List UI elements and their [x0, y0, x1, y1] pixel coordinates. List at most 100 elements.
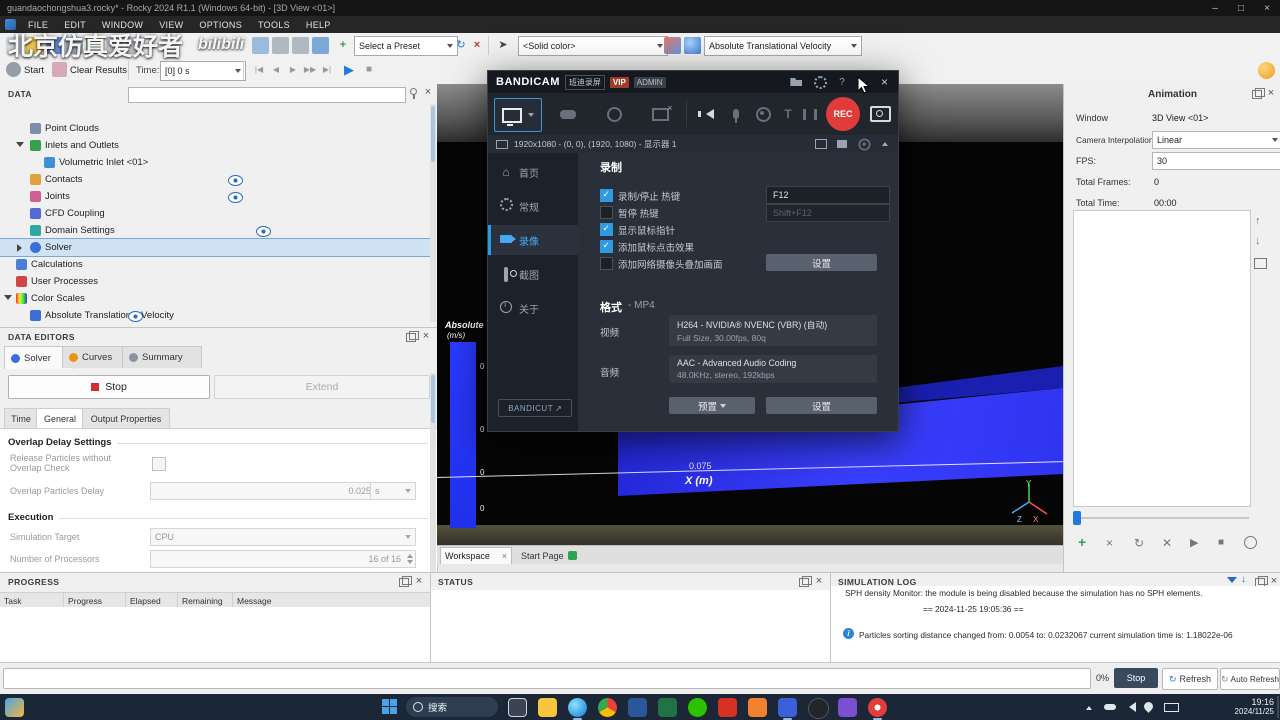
capture-area-row[interactable]: 1920x1080 - (0, 0), (1920, 1080) - 显示器 1	[488, 135, 898, 154]
camera-view-icon[interactable]	[252, 37, 269, 54]
visibility-eye-icon[interactable]	[128, 311, 143, 322]
remove-keyframe-icon[interactable]: ×	[1106, 536, 1113, 550]
chrome-browser-icon[interactable]	[598, 698, 617, 717]
step-forward-button[interactable]: ▶▶	[301, 61, 319, 79]
screen-recording-mode-button[interactable]	[494, 98, 542, 132]
solid-color-select[interactable]: <Solid color>	[518, 36, 668, 56]
speaker-icon[interactable]	[1124, 702, 1136, 712]
audio-format-box[interactable]: AAC - Advanced Audio Coding 48.0KHz, ste…	[669, 355, 877, 383]
close-panel-icon[interactable]	[814, 576, 824, 586]
pause-toggle-button[interactable]	[800, 98, 820, 130]
webcam-settings-button[interactable]: 设置	[766, 254, 877, 271]
statusbar-stop-button[interactable]: Stop	[1114, 668, 1158, 688]
bandicam-taskbar-icon[interactable]	[868, 698, 887, 720]
nav-about[interactable]: 关于	[488, 293, 578, 323]
excel-icon[interactable]	[658, 698, 677, 717]
add-preset-icon[interactable]: +	[334, 36, 352, 54]
broadcast-icon[interactable]	[858, 138, 871, 150]
close-tab-icon[interactable]: ×	[502, 551, 507, 561]
menu-options[interactable]: Options	[191, 20, 250, 30]
visibility-eye-icon[interactable]	[256, 226, 271, 237]
webcam-overlay-checkbox[interactable]	[600, 257, 613, 270]
overlap-delay-unit-select[interactable]: s	[370, 482, 416, 500]
skip-end-button[interactable]: ▶|	[318, 61, 336, 79]
bandicam-titlebar[interactable]: BANDICAM 班迪录屏 VIP ADMIN ? – ×	[488, 71, 898, 93]
time-select[interactable]: [0] 0 s	[160, 61, 246, 81]
film-frame-icon[interactable]	[1254, 258, 1267, 269]
measure-icon[interactable]	[312, 37, 329, 54]
grid-icon[interactable]	[292, 37, 309, 54]
camera-interpolation-select[interactable]: Linear	[1152, 131, 1280, 149]
float-panel-icon[interactable]	[406, 331, 419, 342]
select-display-icon[interactable]	[815, 139, 827, 149]
keyframe-list[interactable]	[1073, 210, 1251, 507]
statusbar-refresh-button[interactable]: ↻ Refresh	[1162, 668, 1218, 690]
tray-expand-chevron-icon[interactable]	[1086, 702, 1092, 712]
float-panel-icon[interactable]	[1252, 88, 1265, 99]
col-remaining[interactable]: Remaining	[178, 593, 233, 608]
close-panel-icon[interactable]	[1269, 576, 1279, 586]
pause-hotkey-checkbox[interactable]	[600, 206, 613, 219]
particle-coloring-icon[interactable]	[684, 37, 701, 54]
help-question-icon[interactable]: ?	[839, 77, 845, 88]
play-frames-button[interactable]: ▶	[284, 61, 302, 79]
onedrive-cloud-icon[interactable]	[1104, 704, 1116, 710]
tab-workspace[interactable]: Workspace ×	[440, 547, 512, 564]
simulation-log-body[interactable]: SPH density Monitor: the module is being…	[831, 586, 1280, 663]
tab-summary[interactable]: Summary	[122, 346, 202, 368]
subtab-general[interactable]: General	[36, 408, 84, 430]
subtab-time[interactable]: Time	[4, 408, 38, 430]
clear-keyframes-icon[interactable]: ✕	[1162, 536, 1172, 550]
tab-start-page[interactable]: Start Page	[517, 548, 581, 563]
close-panel-icon[interactable]	[423, 87, 433, 97]
media-library-icon[interactable]	[837, 140, 847, 148]
color-picker-icon[interactable]	[664, 37, 681, 54]
coloring-select[interactable]: Absolute Translational Velocity	[704, 36, 862, 56]
release-particles-checkbox[interactable]	[152, 457, 166, 471]
export-animation-icon[interactable]	[1244, 536, 1257, 549]
help-sphere-icon[interactable]	[1258, 62, 1275, 79]
show-desktop-button[interactable]	[1277, 696, 1279, 718]
editors-scrollbar[interactable]	[430, 373, 436, 573]
webcam-overlay-toggle-button[interactable]	[750, 98, 776, 130]
purple-app-icon[interactable]	[838, 698, 857, 717]
close-button[interactable]: ×	[1254, 3, 1280, 14]
video-format-box[interactable]: H264 - NVIDIA® NVENC (VBR) (自动) Full Siz…	[669, 315, 877, 346]
float-panel-icon[interactable]	[399, 576, 412, 587]
tree-item-inlets-outlets[interactable]: Inlets and Outlets	[0, 137, 430, 154]
rocky-taskbar-icon[interactable]	[778, 698, 797, 720]
task-view-icon[interactable]	[508, 698, 527, 717]
simulation-target-select[interactable]: CPU	[150, 528, 416, 546]
play-animation-button[interactable]: ▶	[340, 61, 358, 79]
screenshot-button[interactable]	[866, 98, 894, 130]
nav-recording[interactable]: 录像	[488, 225, 581, 255]
rec-button[interactable]: REC	[826, 97, 860, 131]
maximize-button[interactable]: □	[1228, 3, 1254, 14]
menu-help[interactable]: Help	[298, 20, 339, 30]
close-panel-icon[interactable]	[1266, 88, 1276, 98]
stop-simulation-button[interactable]: Stop	[8, 375, 210, 399]
expander-icon[interactable]	[4, 295, 12, 300]
show-cursor-checkbox[interactable]	[600, 223, 613, 236]
animation-slider-handle[interactable]	[1073, 511, 1081, 525]
orange-app-icon[interactable]	[748, 698, 767, 717]
taskbar-clock[interactable]: 19:16 2024/11/25	[1216, 697, 1274, 716]
stepper-arrows-icon[interactable]	[407, 554, 413, 564]
taskbar-search[interactable]: 搜索	[406, 697, 498, 717]
visibility-eye-icon[interactable]	[228, 175, 243, 186]
col-message[interactable]: Message	[233, 593, 430, 608]
col-progress[interactable]: Progress	[64, 593, 126, 608]
col-elapsed[interactable]: Elapsed	[126, 593, 178, 608]
network-icon[interactable]	[1142, 700, 1155, 713]
pause-hotkey-field[interactable]: Shift+F12	[766, 204, 890, 222]
refresh-animation-icon[interactable]: ↻	[1134, 536, 1144, 550]
preset-select[interactable]: Select a Preset	[354, 36, 458, 56]
tree-item-volumetric-inlet[interactable]: Volumetric Inlet <01>	[0, 154, 430, 171]
fps-input[interactable]: 30	[1152, 152, 1280, 170]
dialog-close-icon[interactable]: ×	[881, 75, 888, 89]
tree-item-user-processes[interactable]: User Processes	[0, 273, 430, 290]
close-panel-icon[interactable]	[421, 331, 431, 341]
pointer-tool-icon[interactable]: ➤	[494, 36, 512, 54]
microphone-toggle-button[interactable]	[724, 98, 748, 130]
nav-general[interactable]: 常规	[488, 191, 578, 221]
